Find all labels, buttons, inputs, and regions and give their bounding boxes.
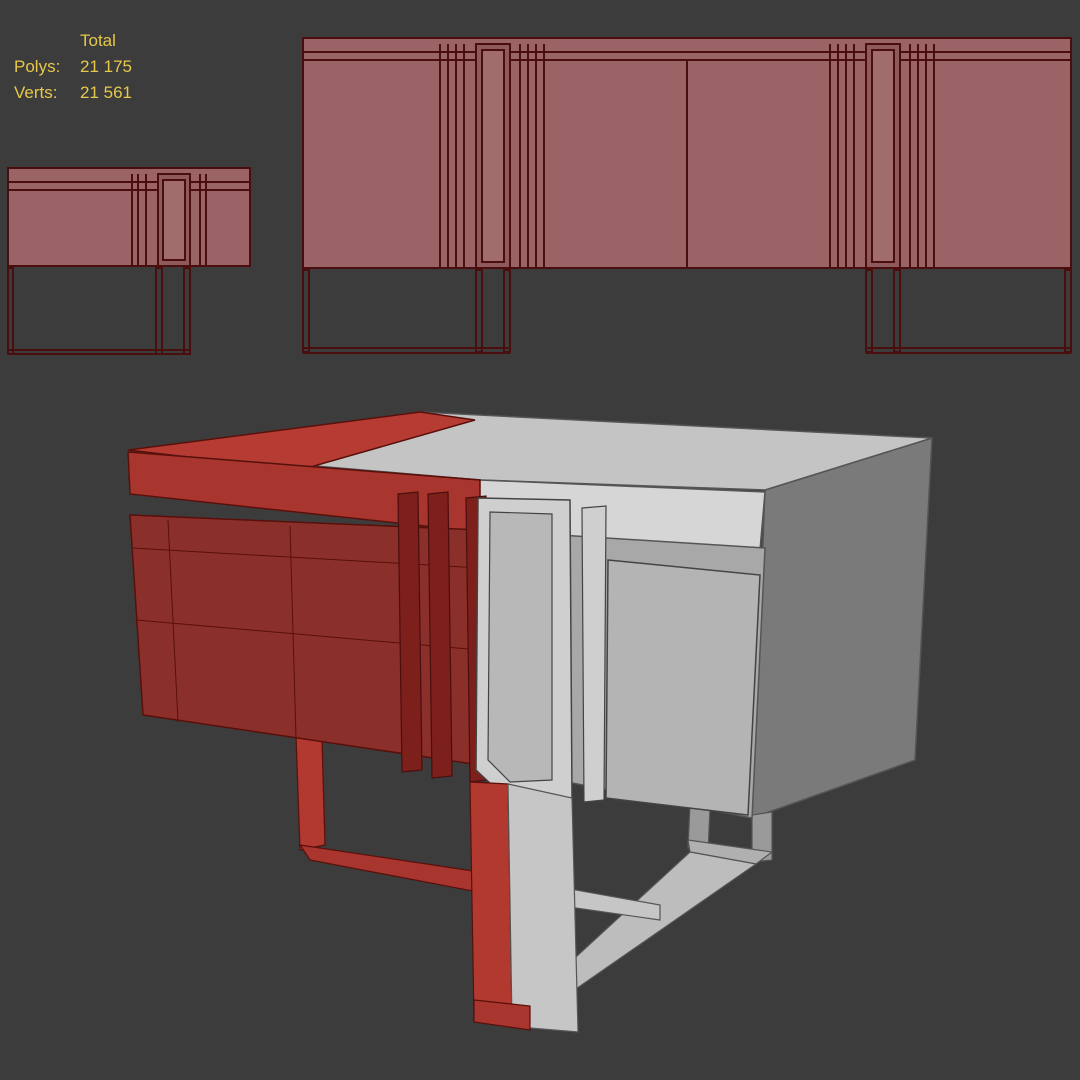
viewport-render xyxy=(7,37,1072,1033)
side-view-sideboard xyxy=(7,167,251,355)
perspective-view-sideboard xyxy=(127,411,933,1033)
front-view-sideboard xyxy=(302,37,1072,354)
3d-viewport[interactable]: Total Polys: 21 175 Verts: 21 561 xyxy=(0,0,1080,1080)
